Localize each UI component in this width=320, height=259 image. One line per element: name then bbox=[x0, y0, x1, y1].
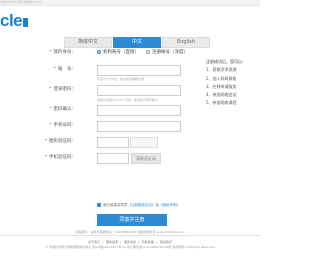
footer-link[interactable]: 隐私政策 bbox=[142, 240, 154, 244]
footer-links: 关于我们 | 服务指南 | 服务条款 | 隐私政策 | 联系我们 bbox=[88, 240, 172, 244]
radio-registered[interactable]: 注册帐号（深度） bbox=[146, 47, 188, 59]
sms-row: * 手机验证码： 获取验证码 bbox=[0, 152, 260, 164]
captcha-row: * 图形验证码： bbox=[0, 136, 260, 148]
radio-institution[interactable]: 机构账号（直接） bbox=[97, 47, 139, 59]
logo-badge-icon bbox=[23, 18, 29, 27]
account-hint: 长度不少于6位，建议使用邮箱注册 bbox=[97, 77, 144, 81]
footer-link[interactable]: 联系我们 bbox=[160, 240, 172, 244]
logo-text: cle bbox=[0, 11, 23, 30]
side-title: 注册成功后，您可以： bbox=[206, 59, 246, 64]
logo: cle bbox=[0, 11, 29, 30]
captcha-input[interactable] bbox=[97, 137, 129, 148]
agree-checkbox[interactable] bbox=[97, 203, 101, 207]
footer-link[interactable]: 关于我们 bbox=[88, 240, 100, 244]
side-item: 3、在线申请服务 bbox=[206, 83, 237, 89]
side-item: 4、参加网络会议 bbox=[206, 92, 237, 98]
agreement: 我已阅读并同意《注册服务协议》及《隐私声明》 bbox=[97, 203, 180, 208]
service-agreement-link[interactable]: 《注册服务协议》 bbox=[128, 203, 156, 207]
phone-input[interactable] bbox=[97, 121, 181, 132]
footer-divider bbox=[0, 235, 260, 236]
radio-unchecked-icon bbox=[146, 49, 150, 54]
confirm-label: 密码确认： bbox=[53, 107, 77, 112]
get-code-button[interactable]: 获取验证码 bbox=[131, 153, 161, 164]
top-bar: 中国科学院计算机网络信息中心 bbox=[0, 0, 260, 6]
phone-label: 手机号码： bbox=[53, 123, 77, 128]
sms-code-input[interactable] bbox=[97, 153, 129, 164]
register-button[interactable]: 同意并注册 bbox=[97, 214, 167, 226]
top-bar-text: 中国科学院计算机网络信息中心 bbox=[0, 0, 43, 4]
sms-label: 手机验证码： bbox=[49, 155, 76, 160]
footer-link[interactable]: 服务条款 bbox=[124, 240, 136, 244]
captcha-image[interactable] bbox=[130, 137, 158, 148]
privacy-link[interactable]: 《隐私声明》 bbox=[159, 203, 180, 207]
identity-label: 我的身份： bbox=[53, 50, 77, 55]
copyright: © 中国科学院计算机网络信息中心 京ICP备09112257号-94 京公网安备… bbox=[45, 245, 215, 249]
side-info: 注册成功后，您可以： 1、获取学术资源 2、加入科研群组 3、在线申请服务 4、… bbox=[206, 58, 246, 108]
side-item: 1、获取学术资源 bbox=[206, 67, 237, 73]
password-input[interactable] bbox=[97, 85, 181, 96]
confirm-password-input[interactable] bbox=[97, 105, 181, 116]
help-text: 如有疑问，请拨打客服电话：010-58812000 或发送邮件至 support… bbox=[75, 230, 185, 234]
phone-row: * 手机号码： bbox=[0, 120, 260, 132]
side-item: 2、加入科研群组 bbox=[206, 75, 237, 81]
password-label: 登录密码： bbox=[53, 87, 77, 92]
side-item: 5、参加网络课程 bbox=[206, 100, 237, 106]
captcha-label: 图形验证码： bbox=[49, 139, 76, 144]
radio-checked-icon bbox=[97, 49, 101, 54]
footer-link[interactable]: 服务指南 bbox=[106, 240, 118, 244]
password-hint: 密码长度需为8-20个字符，需包含字母与数字 bbox=[97, 98, 158, 102]
account-label: 账 号： bbox=[58, 67, 76, 72]
account-input[interactable] bbox=[97, 65, 181, 76]
